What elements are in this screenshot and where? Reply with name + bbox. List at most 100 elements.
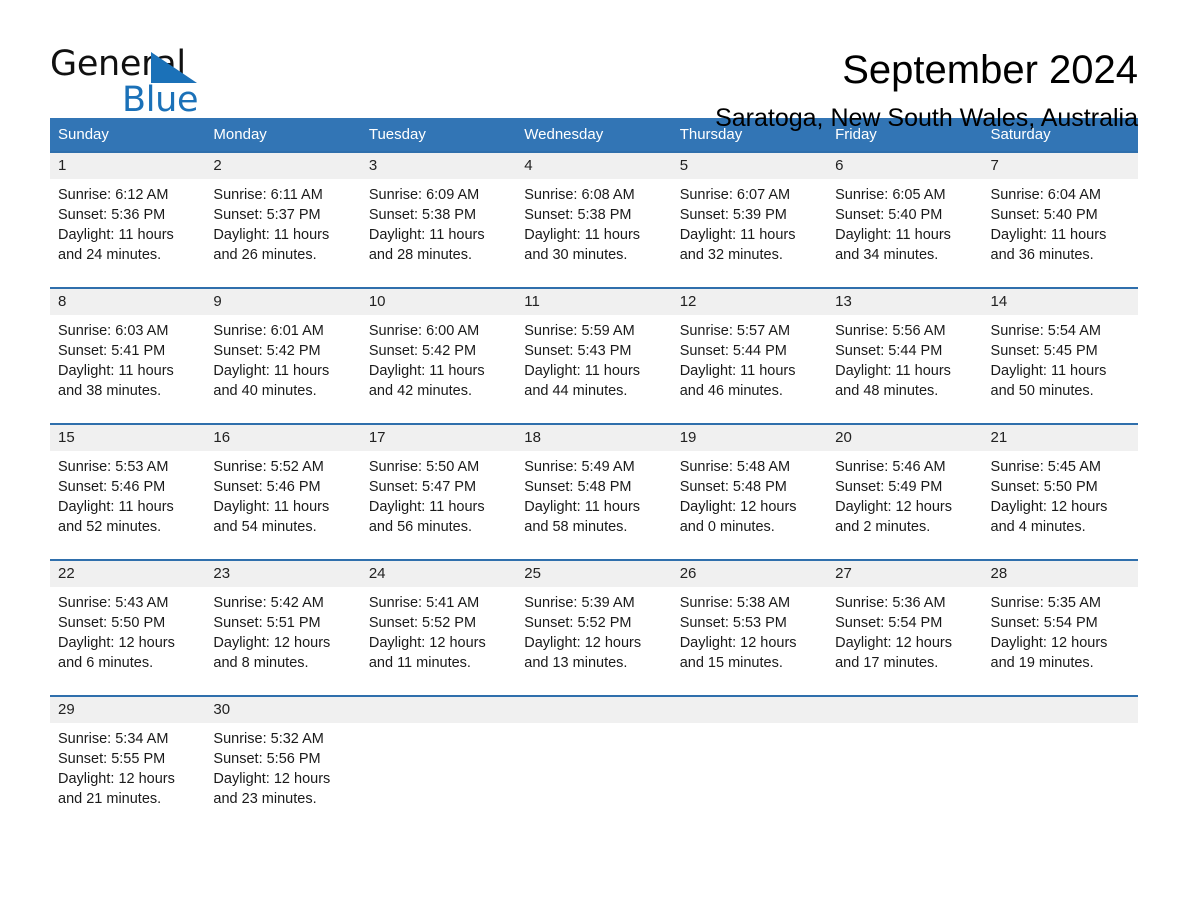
day-number[interactable]: 27 <box>827 561 982 587</box>
weekday-header-saturday: Saturday <box>990 126 1051 143</box>
sunrise-text: Sunrise: 5:43 AM <box>58 595 169 611</box>
day-number[interactable]: 9 <box>205 289 360 315</box>
day-number[interactable]: 7 <box>983 153 1138 179</box>
day-number[interactable]: 3 <box>361 153 516 179</box>
day-number[interactable]: 13 <box>827 289 982 315</box>
day-number[interactable]: 20 <box>827 425 982 451</box>
calendar-week-row: 29 30 Sunrise: 5:34 AM Sunset: 5:55 PM D… <box>50 695 1138 827</box>
day-cell[interactable]: Sunrise: 6:07 AM Sunset: 5:39 PM Dayligh… <box>672 179 827 287</box>
day-number[interactable]: 25 <box>516 561 671 587</box>
day-number[interactable]: 6 <box>827 153 982 179</box>
day-cell[interactable]: Sunrise: 5:34 AM Sunset: 5:55 PM Dayligh… <box>50 723 205 827</box>
day-number[interactable]: 19 <box>672 425 827 451</box>
daylight-text-line2: and 23 minutes. <box>213 791 317 807</box>
sunset-text: Sunset: 5:36 PM <box>58 207 166 223</box>
daylight-text-line1: Daylight: 12 hours <box>679 635 797 651</box>
day-number[interactable]: 24 <box>361 561 516 587</box>
day-cell[interactable]: Sunrise: 5:50 AM Sunset: 5:47 PM Dayligh… <box>361 451 516 559</box>
daylight-text-line1: Daylight: 12 hours <box>990 499 1108 515</box>
day-cell[interactable]: Sunrise: 6:01 AM Sunset: 5:42 PM Dayligh… <box>205 315 360 423</box>
day-number[interactable]: 23 <box>205 561 360 587</box>
day-cell[interactable]: Sunrise: 6:00 AM Sunset: 5:42 PM Dayligh… <box>361 315 516 423</box>
calendar-page: General Blue September 2024 Saratoga, Ne… <box>0 0 1188 918</box>
week-detail-strip: Sunrise: 6:12 AM Sunset: 5:36 PM Dayligh… <box>50 179 1138 287</box>
day-cell[interactable]: Sunrise: 5:32 AM Sunset: 5:56 PM Dayligh… <box>205 723 360 827</box>
day-cell[interactable]: Sunrise: 5:52 AM Sunset: 5:46 PM Dayligh… <box>205 451 360 559</box>
daylight-text-line1: Daylight: 11 hours <box>58 363 174 379</box>
day-cell[interactable]: Sunrise: 5:49 AM Sunset: 5:48 PM Dayligh… <box>516 451 671 559</box>
daylight-text-line2: and 58 minutes. <box>524 519 628 535</box>
calendar-week-row: 8 9 10 11 12 13 14 Sunrise: 6:03 AM Suns… <box>50 287 1138 423</box>
sunrise-text: Sunrise: 5:39 AM <box>524 595 635 611</box>
day-cell[interactable]: Sunrise: 5:43 AM Sunset: 5:50 PM Dayligh… <box>50 587 205 695</box>
week-detail-strip: Sunrise: 5:34 AM Sunset: 5:55 PM Dayligh… <box>50 723 1138 827</box>
day-number[interactable]: 14 <box>983 289 1138 315</box>
sunset-text: Sunset: 5:55 PM <box>58 751 166 767</box>
day-cell[interactable]: Sunrise: 5:39 AM Sunset: 5:52 PM Dayligh… <box>516 587 671 695</box>
daylight-text-line1: Daylight: 12 hours <box>990 635 1108 651</box>
day-cell[interactable]: Sunrise: 5:53 AM Sunset: 5:46 PM Dayligh… <box>50 451 205 559</box>
day-number[interactable]: 26 <box>672 561 827 587</box>
day-cell[interactable]: Sunrise: 5:56 AM Sunset: 5:44 PM Dayligh… <box>827 315 982 423</box>
daylight-text-line1: Daylight: 11 hours <box>679 363 796 379</box>
day-number[interactable]: 16 <box>205 425 360 451</box>
day-cell[interactable]: Sunrise: 5:42 AM Sunset: 5:51 PM Dayligh… <box>205 587 360 695</box>
generalblue-logo[interactable]: General Blue <box>50 44 220 120</box>
sunrise-text: Sunrise: 6:09 AM <box>368 187 480 203</box>
sunset-text: Sunset: 5:48 PM <box>524 479 632 495</box>
sunrise-text: Sunrise: 5:54 AM <box>990 323 1101 339</box>
day-cell[interactable]: Sunrise: 5:38 AM Sunset: 5:53 PM Dayligh… <box>672 587 827 695</box>
day-number[interactable]: 28 <box>983 561 1138 587</box>
day-cell[interactable]: Sunrise: 5:57 AM Sunset: 5:44 PM Dayligh… <box>672 315 827 423</box>
day-cell[interactable]: Sunrise: 6:05 AM Sunset: 5:40 PM Dayligh… <box>827 179 982 287</box>
sunset-text: Sunset: 5:52 PM <box>368 615 477 631</box>
day-number[interactable]: 10 <box>361 289 516 315</box>
day-cell[interactable]: Sunrise: 6:09 AM Sunset: 5:38 PM Dayligh… <box>361 179 516 287</box>
day-cell[interactable]: Sunrise: 6:08 AM Sunset: 5:38 PM Dayligh… <box>516 179 671 287</box>
daylight-text-line1: Daylight: 12 hours <box>679 499 797 515</box>
day-cell[interactable]: Sunrise: 5:59 AM Sunset: 5:43 PM Dayligh… <box>516 315 671 423</box>
day-number[interactable]: 5 <box>672 153 827 179</box>
day-cell[interactable]: Sunrise: 6:03 AM Sunset: 5:41 PM Dayligh… <box>50 315 205 423</box>
daylight-text-line2: and 13 minutes. <box>524 655 628 671</box>
day-cell[interactable]: Sunrise: 5:35 AM Sunset: 5:54 PM Dayligh… <box>983 587 1138 695</box>
day-cell[interactable]: Sunrise: 6:04 AM Sunset: 5:40 PM Dayligh… <box>983 179 1138 287</box>
day-cell[interactable]: Sunrise: 5:36 AM Sunset: 5:54 PM Dayligh… <box>827 587 982 695</box>
day-cell[interactable]: Sunrise: 5:45 AM Sunset: 5:50 PM Dayligh… <box>983 451 1138 559</box>
day-number[interactable]: 4 <box>516 153 671 179</box>
day-number[interactable]: 22 <box>50 561 205 587</box>
week-detail-strip: Sunrise: 5:53 AM Sunset: 5:46 PM Dayligh… <box>50 451 1138 559</box>
daylight-text-line1: Daylight: 11 hours <box>679 227 796 243</box>
daylight-text-line1: Daylight: 11 hours <box>990 227 1107 243</box>
logo-triangle-icon <box>151 52 197 83</box>
day-number[interactable]: 1 <box>50 153 205 179</box>
week-daynumber-strip: 8 9 10 11 12 13 14 <box>50 289 1138 315</box>
day-number[interactable]: 2 <box>205 153 360 179</box>
day-number[interactable]: 15 <box>50 425 205 451</box>
daylight-text-line2: and 40 minutes. <box>213 383 317 399</box>
day-number[interactable]: 18 <box>516 425 671 451</box>
daylight-text-line2: and 28 minutes. <box>368 247 473 263</box>
day-number[interactable]: 21 <box>983 425 1138 451</box>
daylight-text-line2: and 17 minutes. <box>835 655 939 671</box>
day-cell[interactable]: Sunrise: 5:54 AM Sunset: 5:45 PM Dayligh… <box>983 315 1138 423</box>
sunset-text: Sunset: 5:38 PM <box>368 207 477 223</box>
weekday-header-sunday: Sunday <box>58 126 109 143</box>
daylight-text-line2: and 30 minutes. <box>524 247 628 263</box>
sunset-text: Sunset: 5:42 PM <box>368 343 477 359</box>
day-number[interactable]: 29 <box>50 697 205 723</box>
calendar-grid: Sunday Monday Tuesday Wednesday Thursday… <box>50 118 1138 827</box>
sunset-text: Sunset: 5:45 PM <box>990 343 1098 359</box>
day-number[interactable]: 8 <box>50 289 205 315</box>
day-cell[interactable]: Sunrise: 5:41 AM Sunset: 5:52 PM Dayligh… <box>361 587 516 695</box>
day-cell[interactable]: Sunrise: 5:46 AM Sunset: 5:49 PM Dayligh… <box>827 451 982 559</box>
day-number[interactable]: 12 <box>672 289 827 315</box>
day-cell[interactable]: Sunrise: 6:12 AM Sunset: 5:36 PM Dayligh… <box>50 179 205 287</box>
day-cell[interactable]: Sunrise: 5:48 AM Sunset: 5:48 PM Dayligh… <box>672 451 827 559</box>
day-number[interactable]: 11 <box>516 289 671 315</box>
day-number[interactable]: 17 <box>361 425 516 451</box>
day-number[interactable]: 30 <box>205 697 360 723</box>
daylight-text-line2: and 48 minutes. <box>835 383 939 399</box>
daylight-text-line1: Daylight: 11 hours <box>524 499 641 515</box>
day-cell[interactable]: Sunrise: 6:11 AM Sunset: 5:37 PM Dayligh… <box>205 179 360 287</box>
